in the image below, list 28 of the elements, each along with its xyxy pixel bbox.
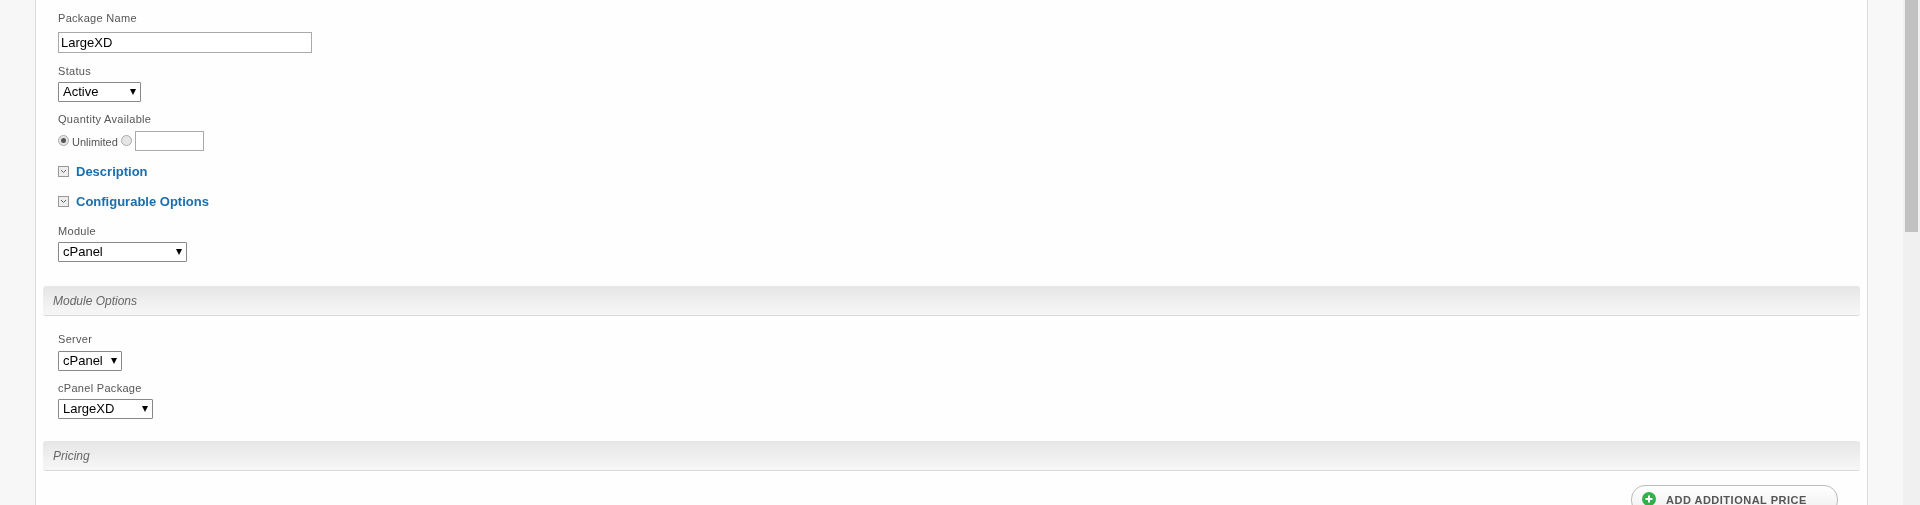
dropdown-caret-icon [176, 249, 182, 255]
field-label: cPanel Package [58, 380, 142, 396]
section-link[interactable]: Configurable Options [76, 191, 209, 212]
select-field[interactable]: cPanel [58, 350, 122, 371]
field-label: Module [58, 223, 96, 239]
section-header: Pricing [43, 441, 1860, 471]
section-header: Module Options [43, 286, 1860, 316]
radio-label: Unlimited [72, 134, 118, 150]
select-field[interactable]: Active [58, 82, 141, 102]
quantity-field[interactable] [134, 130, 204, 151]
field-label: Server [58, 332, 93, 347]
radio-button[interactable] [58, 135, 69, 146]
expand-toggle-icon[interactable] [58, 196, 69, 207]
field-label: Quantity Available [58, 112, 152, 127]
dropdown-caret-icon [130, 89, 136, 95]
select-field[interactable]: cPanel [58, 242, 187, 262]
field-label: Status [58, 63, 91, 79]
add-price-button[interactable]: ADD ADDITIONAL PRICE [1631, 485, 1838, 505]
text-field[interactable]: LargeXD [58, 31, 312, 53]
radio-button[interactable] [120, 135, 132, 146]
expand-toggle-icon[interactable] [58, 166, 69, 177]
dropdown-caret-icon [111, 357, 117, 364]
section-link[interactable]: Description [76, 161, 148, 182]
field-label: Package Name [58, 11, 137, 26]
select-field[interactable]: LargeXD [58, 399, 153, 419]
dropdown-caret-icon [142, 406, 148, 412]
plus-icon [1642, 492, 1656, 505]
scrollbar-thumb[interactable] [1905, 0, 1918, 232]
